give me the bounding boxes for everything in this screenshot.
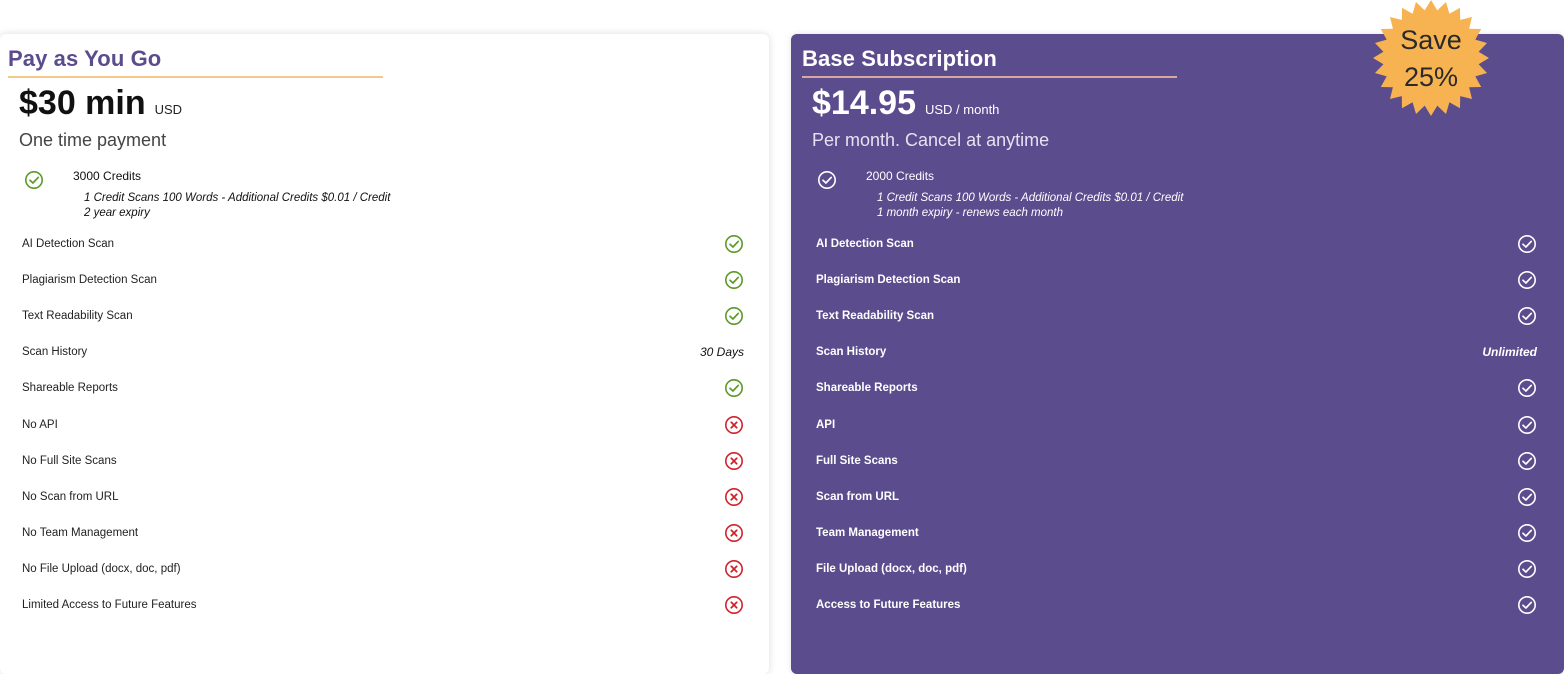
title-underline [8,76,383,78]
price-unit: USD [154,102,183,117]
check-circle-icon [1517,270,1537,290]
credits-note: 1 Credit Scans 100 Words - Additional Cr… [84,191,390,220]
x-circle-icon [724,523,744,543]
feature-row: No File Upload (docx, doc, pdf) [0,551,769,587]
plan-subtitle: Per month. Cancel at anytime [812,130,1050,150]
feature-label: AI Detection Scan [816,238,914,251]
feature-row: Scan History Unlimited [791,334,1564,370]
feature-label: No Scan from URL [22,490,119,503]
check-circle-icon [1517,595,1537,615]
feature-value-text: 30 Days [699,345,744,360]
badge-line: 25% [1403,62,1459,92]
feature-label: Team Management [816,526,919,539]
feature-row: File Upload (docx, doc, pdf) [791,551,1564,587]
feature-row: Full Site Scans [791,443,1564,479]
feature-row: Scan from URL [791,479,1564,515]
feature-label: No Team Management [22,526,139,539]
check-circle-icon [1517,559,1537,579]
feature-row: Shareable Reports [791,370,1564,406]
plan-card-pay-as-you-go[interactable]: Pay as You Go $30 min USD One time payme… [0,34,769,674]
check-circle-icon [1517,451,1537,471]
check-circle-icon [1517,306,1537,326]
x-circle-icon [724,595,744,615]
feature-label: Full Site Scans [816,454,898,467]
check-circle-icon [724,306,744,326]
check-circle-icon [724,270,744,290]
check-circle-icon [1517,234,1537,254]
badge-line: Save [1400,25,1462,55]
price-row: $30 min USD [19,84,182,123]
feature-label: Shareable Reports [816,382,918,395]
feature-label: Limited Access to Future Features [22,598,197,611]
feature-value-text: Unlimited [1482,345,1537,360]
check-circle-icon [1517,415,1537,435]
feature-row: Limited Access to Future Features [0,587,769,623]
feature-label: AI Detection Scan [22,238,115,251]
feature-value: Unlimited [1482,342,1537,362]
feature-label: Scan History [22,346,88,359]
check-circle-icon [1517,487,1537,507]
feature-label: Text Readability Scan [22,310,133,323]
credits-note: 1 Credit Scans 100 Words - Additional Cr… [877,191,1183,220]
check-circle-icon [724,234,744,254]
plan-subtitle: One time payment [19,130,167,150]
feature-row: Scan History 30 Days [0,334,769,370]
credits-note-line: 1 Credit Scans 100 Words - Additional Cr… [877,192,1184,204]
feature-row: Plagiarism Detection Scan [0,262,769,298]
credits-note-line: 2 year expiry [84,206,150,219]
feature-label: Text Readability Scan [816,310,935,323]
feature-row: No Full Site Scans [0,443,769,479]
credits-title: 2000 Credits [866,169,935,183]
feature-label: Access to Future Features [816,598,961,611]
x-circle-icon [724,559,744,579]
feature-row: Text Readability Scan [791,298,1564,334]
check-circle-icon [24,170,44,190]
feature-row: AI Detection Scan [791,226,1564,262]
price-row: $14.95 USD / month [812,84,999,123]
feature-row: Text Readability Scan [0,298,769,334]
feature-label: Scan History [816,346,887,359]
feature-row: No Scan from URL [0,479,769,515]
check-circle-icon [817,170,837,190]
feature-label: No API [22,418,58,431]
credits-title: 3000 Credits [73,169,142,183]
feature-row: AI Detection Scan [0,226,769,262]
x-circle-icon [724,487,744,507]
feature-row: API [791,406,1564,442]
credits-note-line: 1 month expiry - renews each month [877,206,1064,219]
x-circle-icon [724,415,744,435]
feature-row: No API [0,406,769,442]
plan-price: $14.95 [812,84,916,122]
feature-label: File Upload (docx, doc, pdf) [816,562,967,575]
price-unit: USD / month [925,102,1000,117]
feature-label: No File Upload (docx, doc, pdf) [22,562,181,575]
feature-row: Shareable Reports [0,370,769,406]
check-circle-icon [724,378,744,398]
feature-label: API [816,418,836,431]
credits-note-line: 1 Credit Scans 100 Words - Additional Cr… [84,192,391,204]
badge-text: Save 25% [1372,22,1490,96]
feature-row: Team Management [791,515,1564,551]
feature-row: Plagiarism Detection Scan [791,262,1564,298]
plan-title: Pay as You Go [8,46,162,71]
plan-title: Base Subscription [802,46,997,71]
feature-row: Access to Future Features [791,587,1564,623]
feature-list: AI Detection Scan Plagiarism Detection Sc… [791,226,1564,623]
save-badge: Save 25% [1372,0,1490,118]
x-circle-icon [724,451,744,471]
feature-label: Plagiarism Detection Scan [816,274,961,287]
feature-label: Plagiarism Detection Scan [22,274,157,287]
feature-label: No Full Site Scans [22,454,117,467]
feature-row: No Team Management [0,515,769,551]
check-circle-icon [1517,378,1537,398]
feature-label: Shareable Reports [22,382,118,395]
feature-label: Scan from URL [816,490,900,503]
feature-list: AI Detection Scan Plagiarism Detection Sc… [0,226,769,623]
title-underline [802,76,1177,78]
plan-price: $30 min [19,84,146,122]
feature-value: 30 Days [700,342,744,362]
plan-card-base-subscription[interactable]: Base Subscription $14.95 USD / month Per… [791,34,1564,674]
check-circle-icon [1517,523,1537,543]
